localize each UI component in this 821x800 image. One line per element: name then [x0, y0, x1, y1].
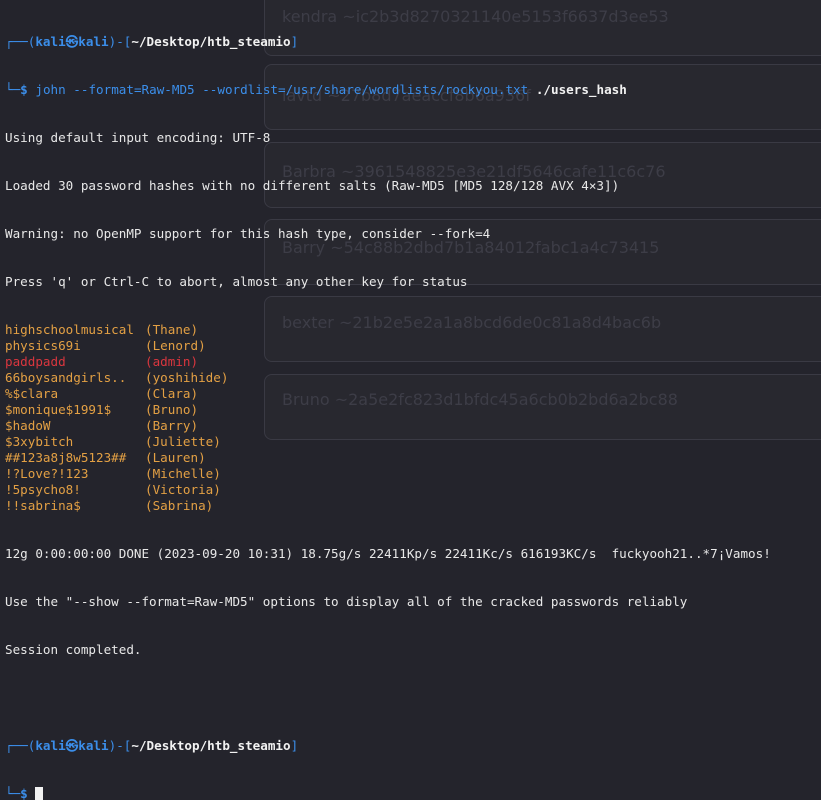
prompt-frame: └─	[5, 786, 21, 800]
cracked-row: !!sabrina$ (Sabrina)	[5, 498, 771, 514]
cracked-username: (Sabrina)	[145, 498, 214, 513]
cracked-username: (Bruno)	[145, 402, 199, 417]
cracked-password: !!sabrina$	[5, 498, 81, 513]
cracked-username: (Clara)	[145, 386, 199, 401]
command-args: --format=Raw-MD5 --wordlist=/usr/share/w…	[73, 82, 529, 97]
cracked-password: 66boysandgirls..	[5, 370, 127, 385]
output-line: Loaded 30 password hashes with no differ…	[5, 178, 620, 193]
command-target: ./users_hash	[535, 82, 627, 97]
prompt-frame: ]	[290, 738, 299, 753]
command-name: john	[35, 82, 66, 97]
cracked-username: (admin)	[145, 354, 199, 369]
cracked-username: (yoshihide)	[145, 370, 229, 385]
command-line[interactable]: └─$	[5, 786, 771, 800]
prompt-frame: └─	[5, 82, 21, 97]
cracked-username: (Thane)	[145, 322, 199, 337]
prompt-line: ┌──(kali㉿kali)-[~/Desktop/htb_steamio]	[5, 738, 771, 754]
prompt-frame: )-[	[108, 34, 132, 49]
prompt-user: kali㉿kali	[35, 34, 109, 49]
cracked-username: (Lenord)	[145, 338, 206, 353]
cracked-passwords-list: highschoolmusical (Thane) physics69i (Lenor…	[5, 322, 771, 514]
command-line: └─$ john --format=Raw-MD5 --wordlist=/us…	[5, 82, 771, 98]
cracked-row: $hadoW (Barry)	[5, 418, 771, 434]
cracked-row: 66boysandgirls.. (yoshihide)	[5, 370, 771, 386]
cracked-row: !?Love?!123 (Michelle)	[5, 466, 771, 482]
prompt-path: ~/Desktop/htb_steamio	[131, 34, 291, 49]
cracked-row: paddpadd (admin)	[5, 354, 771, 370]
cracked-password: paddpadd	[5, 354, 66, 369]
prompt-frame: ]	[290, 34, 299, 49]
prompt-line: ┌──(kali㉿kali)-[~/Desktop/htb_steamio]	[5, 34, 771, 50]
cracked-password: $hadoW	[5, 418, 51, 433]
cracked-username: (Lauren)	[145, 450, 206, 465]
prompt-user: kali㉿kali	[35, 738, 109, 753]
cracked-row: physics69i (Lenord)	[5, 338, 771, 354]
cracked-password: physics69i	[5, 338, 81, 353]
cracked-username: (Michelle)	[145, 466, 221, 481]
prompt-frame: ┌──(	[5, 34, 36, 49]
cracked-password: !5psycho8!	[5, 482, 81, 497]
prompt-symbol: $	[20, 786, 28, 800]
terminal-output[interactable]: ┌──(kali㉿kali)-[~/Desktop/htb_steamio] └…	[5, 2, 771, 800]
cracked-password: !?Love?!123	[5, 466, 89, 481]
prompt-path: ~/Desktop/htb_steamio	[131, 738, 291, 753]
output-line: Press 'q' or Ctrl-C to abort, almost any…	[5, 274, 468, 289]
cursor-block[interactable]	[35, 787, 44, 800]
cracked-username: (Barry)	[145, 418, 199, 433]
cracked-password: $3xybitch	[5, 434, 74, 449]
prompt-frame: )-[	[108, 738, 132, 753]
cracked-row: highschoolmusical (Thane)	[5, 322, 771, 338]
output-line: Session completed.	[5, 642, 142, 657]
cracked-password: highschoolmusical	[5, 322, 134, 337]
cracked-username: (Victoria)	[145, 482, 221, 497]
cracked-row: ##123a8j8w5123## (Lauren)	[5, 450, 771, 466]
output-line: Use the "--show --format=Raw-MD5" option…	[5, 594, 688, 609]
cracked-username: (Juliette)	[145, 434, 221, 449]
cracked-row: !5psycho8! (Victoria)	[5, 482, 771, 498]
prompt-symbol: $	[20, 82, 28, 97]
cracked-row: $3xybitch (Juliette)	[5, 434, 771, 450]
cracked-password: ##123a8j8w5123##	[5, 450, 127, 465]
cracked-row: $monique$1991$ (Bruno)	[5, 402, 771, 418]
output-line: Using default input encoding: UTF-8	[5, 130, 271, 145]
prompt-frame: ┌──(	[5, 738, 36, 753]
output-line: Warning: no OpenMP support for this hash…	[5, 226, 491, 241]
cracked-password: $monique$1991$	[5, 402, 112, 417]
output-line: 12g 0:00:00:00 DONE (2023-09-20 10:31) 1…	[5, 546, 771, 561]
